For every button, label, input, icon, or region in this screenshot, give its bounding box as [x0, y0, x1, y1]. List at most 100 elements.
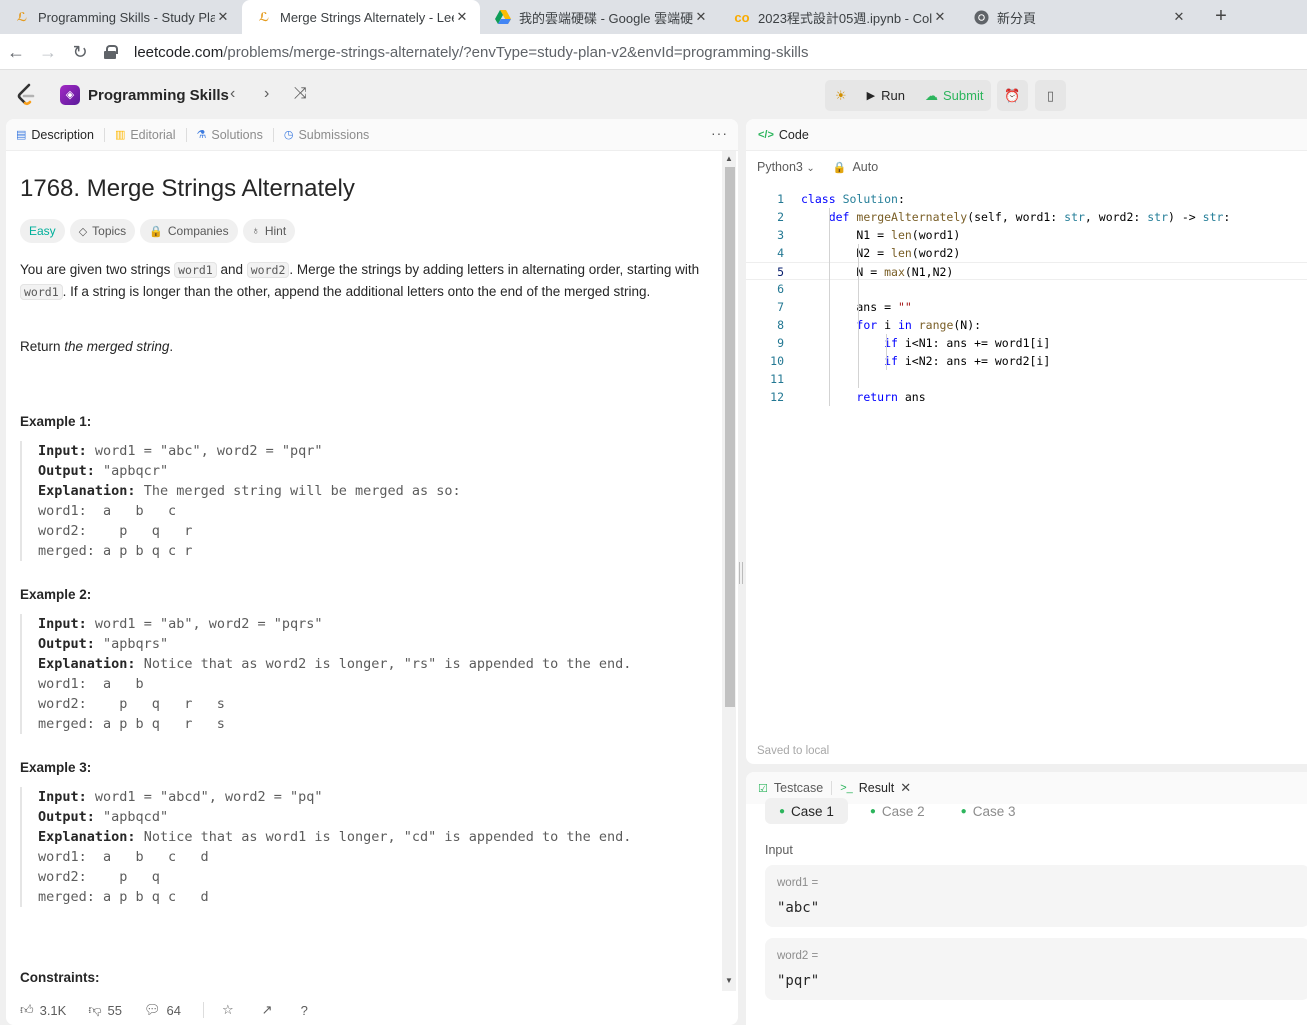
close-icon[interactable]: ✕: [932, 9, 948, 25]
code-line[interactable]: 1 class Solution:: [746, 190, 1307, 208]
explanation-label: Explanation:: [38, 656, 136, 672]
case-tab[interactable]: ● Case 2: [856, 798, 939, 824]
code-line[interactable]: 6: [746, 280, 1307, 298]
case-label: Case 3: [972, 803, 1016, 819]
like-button[interactable]: 👍︎ 3.1K: [20, 1002, 66, 1018]
forward-icon[interactable]: →: [37, 41, 59, 63]
description-scrollbar[interactable]: ▲ ▼: [722, 151, 736, 991]
tab-label: Description: [31, 127, 94, 142]
code-line[interactable]: 2 def mergeAlternately(self, word1: str,…: [746, 208, 1307, 226]
testcase-input[interactable]: word2 = "pqr": [765, 938, 1307, 1000]
close-icon[interactable]: ✕: [454, 9, 470, 25]
run-button[interactable]: ▶ Run: [857, 80, 915, 111]
testcase-input[interactable]: word1 = "abc": [765, 865, 1307, 927]
chevron-right-icon[interactable]: ›: [264, 85, 269, 103]
scroll-up-icon[interactable]: ▲: [725, 155, 733, 163]
hint-pill[interactable]: ♁ Hint: [242, 219, 296, 243]
tab-testcase[interactable]: Testcase: [774, 781, 823, 795]
language-select[interactable]: Python3 ⌄: [757, 160, 815, 174]
browser-tab[interactable]: ℒ Programming Skills - Study Pla ✕: [0, 0, 241, 34]
scroll-down-icon[interactable]: ▼: [725, 977, 733, 985]
code-text[interactable]: N1 = len(word1): [801, 226, 960, 244]
autocomplete-mode[interactable]: Auto: [852, 160, 878, 174]
code-text[interactable]: N = max(N1,N2): [801, 263, 953, 281]
browser-tab[interactable]: co 2023程式設計05週.ipynb - Cola ✕: [720, 0, 958, 34]
companies-pill[interactable]: 🔒 Companies: [140, 219, 238, 243]
code-text[interactable]: if i<N1: ans += word1[i]: [801, 334, 1050, 352]
case-tab[interactable]: ● Case 1: [765, 798, 848, 824]
close-icon[interactable]: ✕: [900, 780, 911, 796]
code-line[interactable]: 3 N1 = len(word1): [746, 226, 1307, 244]
input-var-value[interactable]: "abc": [777, 900, 819, 916]
new-tab-button[interactable]: +: [1210, 5, 1232, 27]
tab-code[interactable]: Code: [779, 128, 809, 142]
code-text[interactable]: if i<N2: ans += word2[i]: [801, 352, 1050, 370]
code-line[interactable]: 9 if i<N1: ans += word1[i]: [746, 334, 1307, 352]
document-icon: ▤: [16, 129, 27, 141]
notes-button[interactable]: ▯: [1035, 80, 1066, 111]
case-tab[interactable]: ● Case 3: [947, 798, 1030, 824]
timer-button[interactable]: ⏰: [997, 80, 1028, 111]
code-text[interactable]: return ans: [801, 388, 925, 406]
study-plan-icon: ◈: [60, 85, 80, 105]
submit-button[interactable]: ☁ Submit: [915, 80, 993, 111]
code-line[interactable]: 11: [746, 370, 1307, 388]
problem-description: You are given two strings word1 and word…: [20, 259, 705, 303]
dislike-button[interactable]: 👎︎ 55: [88, 1002, 122, 1018]
comments-button[interactable]: 💬︎ 64: [144, 1002, 181, 1018]
address-bar[interactable]: leetcode.com/problems/merge-strings-alte…: [104, 38, 1307, 66]
tab-description[interactable]: ▤ Description: [16, 128, 94, 142]
example-line: word2: p q r s: [38, 696, 225, 712]
code-text[interactable]: def mergeAlternately(self, word1: str, w…: [801, 208, 1231, 226]
panel-resize-handle[interactable]: [739, 562, 743, 584]
tab-result[interactable]: Result: [859, 781, 894, 795]
scroll-thumb[interactable]: [725, 167, 735, 707]
dot-icon: ●: [960, 805, 967, 817]
share-button[interactable]: ↗: [262, 1002, 279, 1018]
input-var-value[interactable]: "pqr": [777, 973, 819, 989]
code-text[interactable]: for i in range(N):: [801, 316, 981, 334]
pill-label: Hint: [264, 224, 287, 238]
code-line[interactable]: 4 N2 = len(word2): [746, 244, 1307, 262]
code-text[interactable]: class Solution:: [801, 190, 905, 208]
code-line[interactable]: 12 return ans: [746, 388, 1307, 406]
cloud-upload-icon: ☁: [924, 87, 938, 103]
topics-pill[interactable]: ◇ Topics: [69, 219, 136, 243]
code-line[interactable]: 8 for i in range(N):: [746, 316, 1307, 334]
code-line[interactable]: 5 N = max(N1,N2): [746, 262, 1307, 280]
colab-icon: co: [734, 9, 750, 25]
browser-tab[interactable]: 新分頁 ✕: [959, 0, 1197, 34]
tab-editorial[interactable]: ▥ Editorial: [115, 128, 176, 142]
code-text[interactable]: ans = "": [801, 298, 911, 316]
code-text[interactable]: N2 = len(word2): [801, 244, 960, 262]
example-heading: Example 3:: [20, 760, 92, 775]
tab-solutions[interactable]: ⚗ Solutions: [197, 128, 263, 142]
reload-icon[interactable]: ↻: [69, 41, 91, 63]
problem-content: 1768. Merge Strings Alternately Easy ◇ To…: [20, 151, 710, 985]
save-status: Saved to local: [757, 745, 830, 757]
question-icon: ?: [300, 1002, 308, 1018]
code-editor[interactable]: 1 class Solution: 2 def mergeAlternately(s…: [746, 190, 1307, 470]
leetcode-logo-icon[interactable]: [16, 83, 36, 113]
close-icon[interactable]: ✕: [693, 9, 709, 25]
shuffle-icon[interactable]: ⤨: [294, 85, 307, 103]
code-line[interactable]: 10 if i<N2: ans += word2[i]: [746, 352, 1307, 370]
code-line[interactable]: 7 ans = "": [746, 298, 1307, 316]
problem-title[interactable]: 1768. Merge Strings Alternately: [20, 175, 355, 203]
more-options-icon[interactable]: ···: [711, 125, 728, 141]
debug-button[interactable]: ☀: [825, 80, 857, 111]
favorite-button[interactable]: ☆: [222, 1002, 240, 1018]
help-button[interactable]: ?: [301, 1003, 314, 1018]
problem-tags: Easy ◇ Topics 🔒 Companies ♁ Hint: [20, 219, 300, 243]
language-label: Python3: [757, 160, 803, 174]
close-icon[interactable]: ✕: [215, 9, 231, 25]
close-icon[interactable]: ✕: [1171, 9, 1187, 25]
tab-submissions[interactable]: ◷ Submissions: [284, 128, 369, 142]
dislike-count: 55: [107, 1002, 123, 1018]
chevron-left-icon[interactable]: ‹: [230, 85, 235, 103]
browser-tab-active[interactable]: ℒ Merge Strings Alternately - Lee ✕: [242, 0, 480, 34]
study-plan-title[interactable]: Programming Skills: [88, 87, 229, 104]
flask-icon: ⚗: [196, 129, 207, 141]
back-icon[interactable]: ←: [5, 41, 27, 63]
browser-tab[interactable]: 我的雲端硬碟 - Google 雲端硬碟 ✕: [481, 0, 719, 34]
